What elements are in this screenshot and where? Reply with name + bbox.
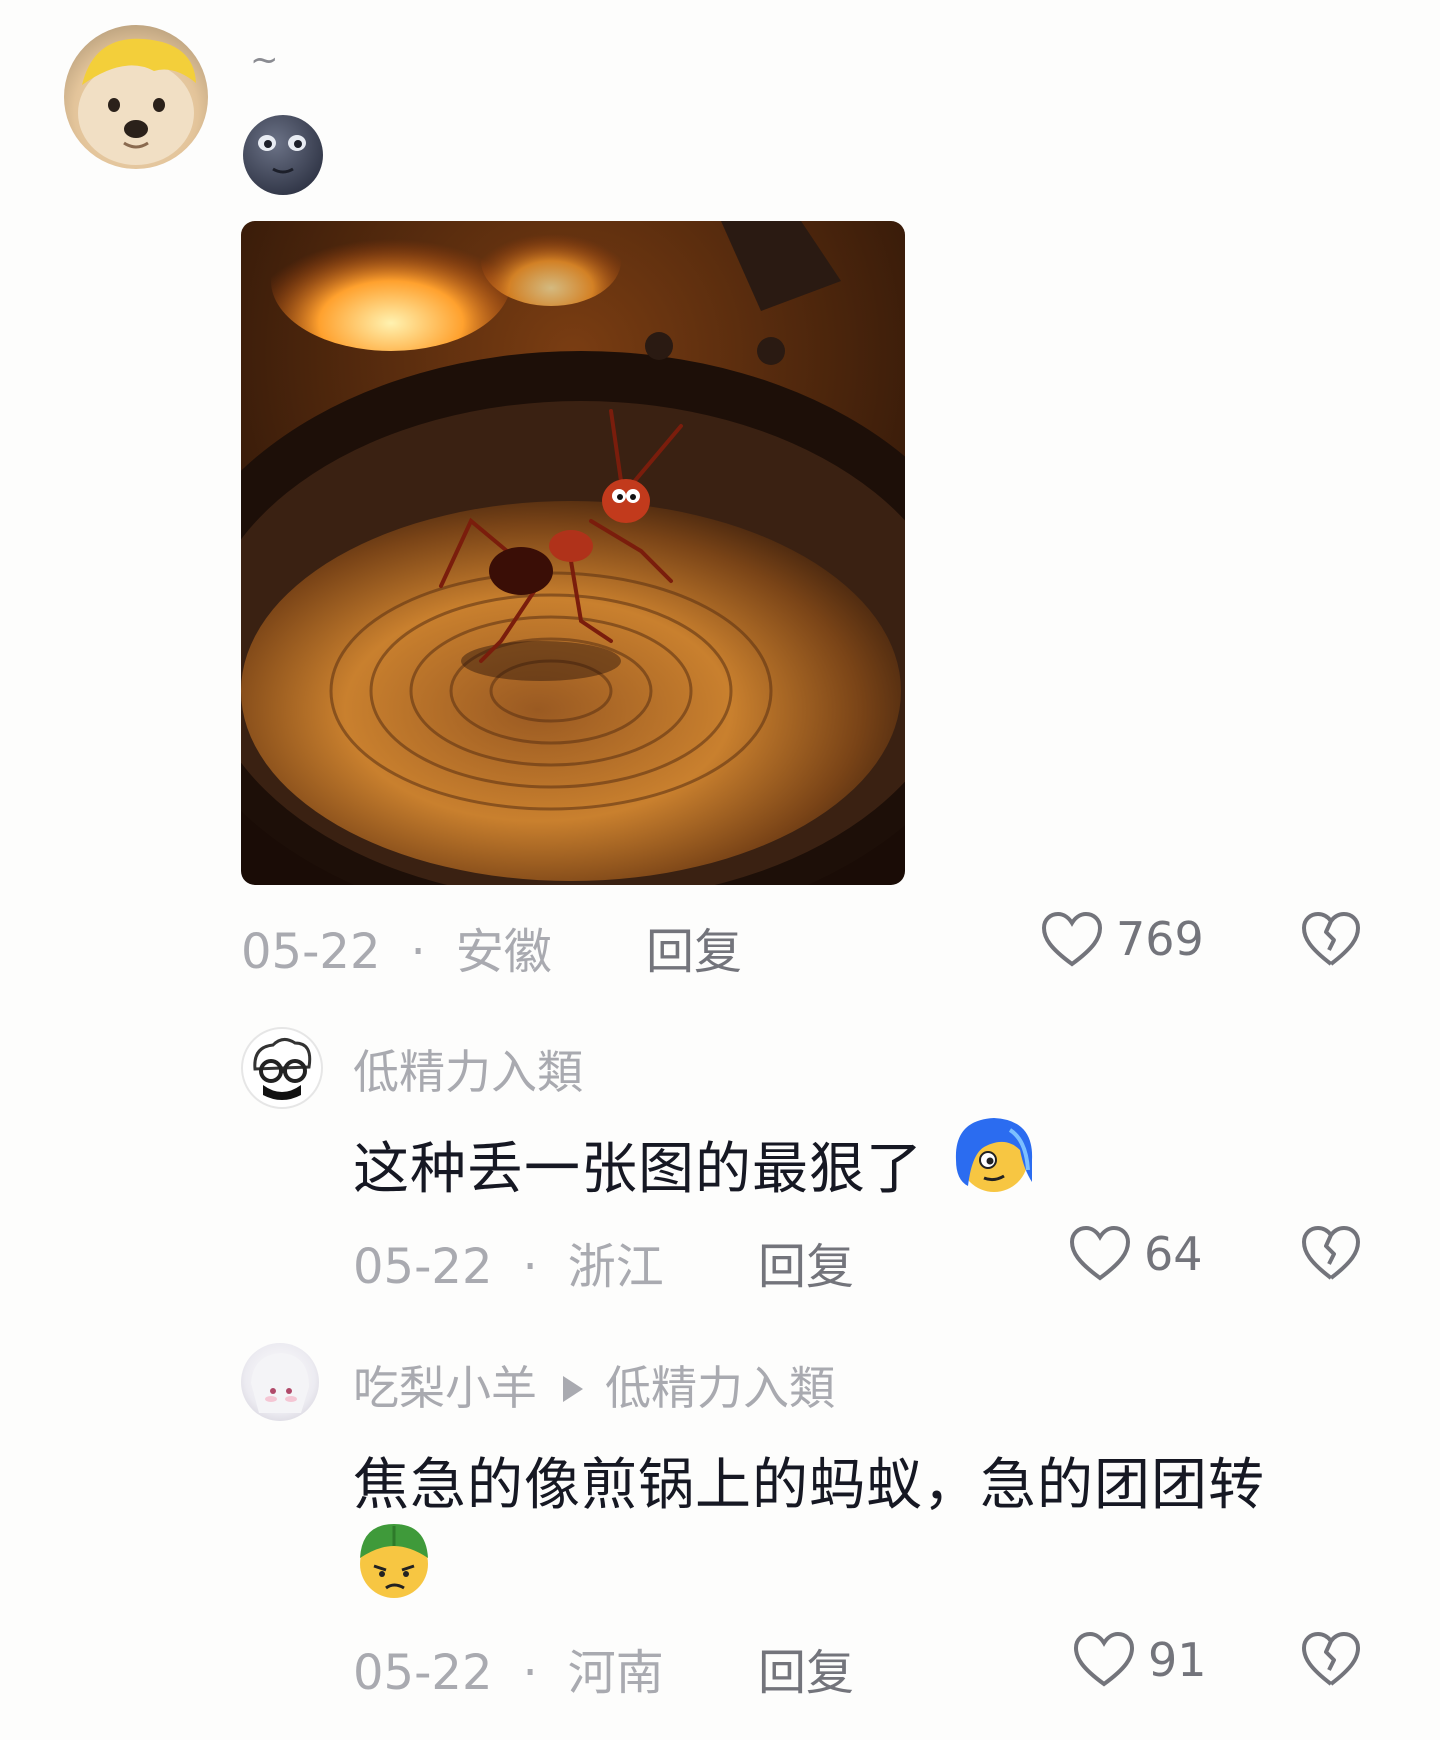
- reply1-text-content: 这种丢一张图的最狠了: [353, 1137, 923, 1202]
- reply2-header: 吃梨小羊 低精力入類: [353, 1352, 835, 1418]
- reply2-dislike-button[interactable]: [1300, 1630, 1362, 1690]
- reply1-location: 浙江: [567, 1239, 664, 1295]
- reply1-text: 这种丢一张图的最狠了: [353, 1124, 923, 1205]
- reply-button[interactable]: 回复: [646, 912, 742, 982]
- reply1-like-count: 64: [1144, 1227, 1203, 1281]
- reply1-avatar[interactable]: [241, 1027, 323, 1109]
- broken-heart-icon: [1302, 1226, 1360, 1280]
- meta-dot: ·: [522, 1645, 538, 1701]
- reply2-like-count: 91: [1148, 1633, 1207, 1687]
- green-hat-face-emoji: [350, 1516, 438, 1604]
- blue-hair-face-emoji: [950, 1110, 1038, 1202]
- reply2-text: 焦急的像煎锅上的蚂蚁，急的团团转: [353, 1453, 1265, 1518]
- reply2-like-button[interactable]: [1072, 1630, 1136, 1690]
- dislike-button[interactable]: [1300, 910, 1362, 970]
- heart-icon: [1073, 1631, 1135, 1687]
- reply1-username[interactable]: 低精力入類: [353, 1036, 583, 1102]
- meta-dot: ·: [522, 1239, 538, 1295]
- reply1-date: 05-22: [353, 1239, 493, 1295]
- ant-on-frying-pan-image[interactable]: [241, 221, 905, 885]
- reply2-date: 05-22: [353, 1645, 493, 1701]
- comment-text: ~: [250, 40, 279, 80]
- reply2-avatar[interactable]: [241, 1343, 319, 1421]
- main-avatar[interactable]: [64, 25, 208, 169]
- meta-dot: ·: [410, 924, 426, 980]
- heart-icon: [1069, 1225, 1131, 1281]
- comment-date: 05-22: [241, 924, 381, 980]
- reply-arrow-icon: [563, 1375, 583, 1402]
- broken-heart-icon: [1302, 912, 1360, 966]
- reply1-meta: 05-22 · 浙江: [353, 1227, 664, 1297]
- moon-face-emoji: [241, 113, 325, 201]
- reply1-dislike-button[interactable]: [1300, 1224, 1362, 1284]
- reply2-reply-button[interactable]: 回复: [758, 1633, 854, 1703]
- like-count: 769: [1116, 912, 1204, 966]
- reply2-reply-to[interactable]: 低精力入類: [605, 1361, 835, 1415]
- reply2-meta: 05-22 · 河南: [353, 1633, 664, 1703]
- broken-heart-icon: [1302, 1632, 1360, 1686]
- reply2-location: 河南: [567, 1645, 664, 1701]
- heart-icon: [1041, 911, 1103, 967]
- comment-meta: 05-22 · 安徽: [241, 912, 552, 982]
- reply1-like-button[interactable]: [1068, 1224, 1132, 1284]
- comment-location: 安徽: [455, 924, 552, 980]
- reply2-username[interactable]: 吃梨小羊: [353, 1361, 537, 1415]
- reply1-reply-button[interactable]: 回复: [758, 1227, 854, 1297]
- like-button[interactable]: [1040, 910, 1104, 970]
